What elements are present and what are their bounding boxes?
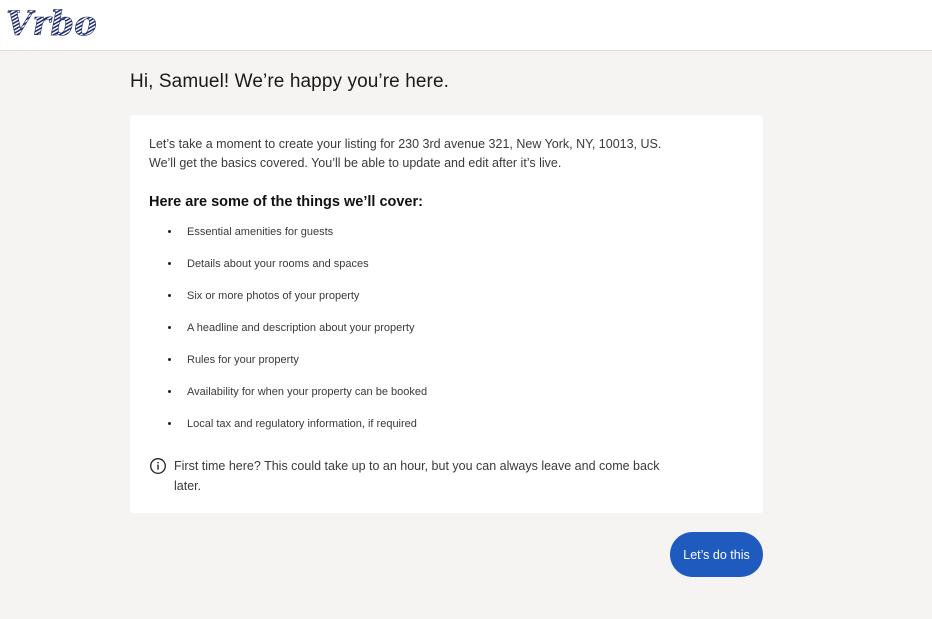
notice-line-2: later.	[174, 479, 202, 493]
list-item: Details about your rooms and spaces	[168, 256, 427, 288]
bullet-icon	[168, 390, 171, 393]
welcome-card: Let’s take a moment to create your listi…	[130, 115, 763, 513]
list-item: Rules for your property	[168, 352, 427, 384]
list-item: Essential amenities for guests	[168, 224, 427, 256]
list-item: A headline and description about your pr…	[168, 320, 427, 352]
intro-line-2: We’ll get the basics covered. You’ll be …	[149, 156, 562, 170]
bullet-icon	[168, 262, 171, 265]
vrbo-logo[interactable]: Vrbo	[6, 6, 106, 40]
intro-text: Let’s take a moment to create your listi…	[149, 135, 729, 173]
list-item: Six or more photos of your property	[168, 288, 427, 320]
bullet-icon	[168, 358, 171, 361]
intro-line-1: Let’s take a moment to create your listi…	[149, 137, 662, 151]
top-bar: Vrbo	[0, 0, 932, 51]
cover-list: Essential amenities for guests Details a…	[168, 224, 427, 448]
lets-do-this-button[interactable]: Let’s do this	[670, 532, 763, 577]
list-item-label: Rules for your property	[187, 354, 299, 366]
list-item-label: A headline and description about your pr…	[187, 322, 415, 334]
list-item-label: Essential amenities for guests	[187, 226, 334, 238]
bullet-icon	[168, 422, 171, 425]
list-item-label: Local tax and regulatory information, if…	[187, 418, 417, 430]
list-item: Local tax and regulatory information, if…	[168, 416, 427, 448]
cover-heading: Here are some of the things we’ll cover:	[149, 194, 423, 210]
list-item-label: Details about your rooms and spaces	[187, 258, 369, 270]
bullet-icon	[168, 294, 171, 297]
list-item-label: Six or more photos of your property	[187, 290, 360, 302]
list-item-label: Availability for when your property can …	[187, 386, 428, 398]
svg-text:Vrbo: Vrbo	[6, 6, 97, 40]
bullet-icon	[168, 326, 171, 329]
info-icon	[150, 458, 166, 474]
bullet-icon	[168, 230, 171, 233]
notice-line-1: First time here? This could take up to a…	[174, 459, 660, 473]
page-title: Hi, Samuel! We’re happy you’re here.	[130, 71, 450, 92]
notice-text: First time here? This could take up to a…	[174, 456, 674, 496]
list-item: Availability for when your property can …	[168, 384, 427, 416]
